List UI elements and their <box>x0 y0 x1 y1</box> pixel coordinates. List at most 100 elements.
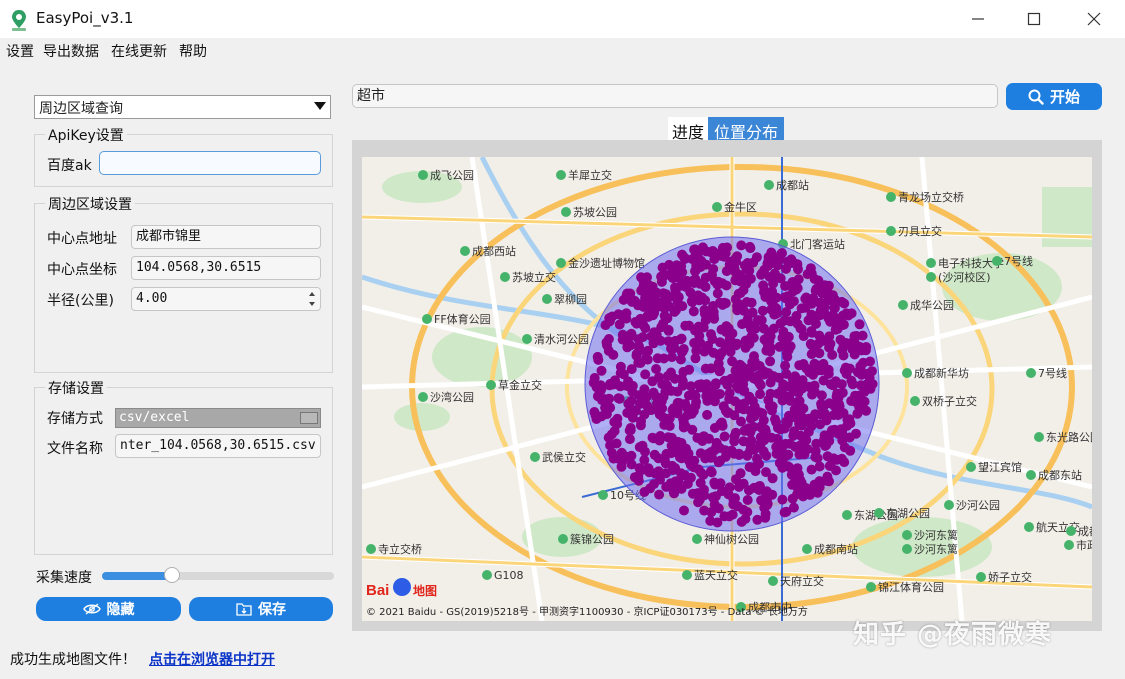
map-view[interactable]: 羊犀立交 成飞公园 成都站 金牛区 青龙场立交桥 苏坡公园 刃具立交 成都西站 金沙遗址博物馆 北… <box>362 157 1092 621</box>
poi-marker <box>844 432 855 443</box>
map-place-marker-icon <box>530 452 540 462</box>
poi-marker <box>807 327 817 338</box>
poi-marker <box>730 267 741 278</box>
poi-marker <box>815 419 826 430</box>
radius-spinbox[interactable]: 4.00 <box>131 287 321 311</box>
title-bar: EasyPoi_v3.1 <box>0 0 1125 38</box>
poi-marker <box>859 386 870 397</box>
spin-up-icon[interactable] <box>305 289 319 299</box>
poi-marker <box>806 340 817 350</box>
poi-marker <box>706 467 717 478</box>
poi-marker <box>592 351 603 362</box>
mode-select[interactable]: 周边区域查询 <box>34 95 331 119</box>
map-place-marker-icon <box>966 462 976 472</box>
map-place-marker-icon <box>926 258 936 268</box>
poi-marker <box>690 325 701 336</box>
poi-marker <box>787 373 798 384</box>
speed-slider-handle[interactable] <box>163 567 180 583</box>
poi-marker <box>648 387 659 398</box>
poi-marker <box>851 331 862 341</box>
poi-marker <box>834 401 845 412</box>
poi-marker <box>627 386 638 397</box>
poi-marker <box>738 478 749 489</box>
menu-settings[interactable]: 设置 <box>6 41 34 61</box>
menu-export[interactable]: 导出数据 <box>43 41 99 61</box>
storage-group: 存储设置 存储方式 csv/excel 文件名称 nter_104.0568,3… <box>34 378 333 555</box>
filename-input[interactable]: nter_104.0568,30.6515.csv <box>115 434 321 458</box>
open-in-browser-link[interactable]: 点击在浏览器中打开 <box>149 649 275 669</box>
map-place-label: 簇锦公园 <box>570 532 614 546</box>
poi-marker <box>812 453 823 464</box>
poi-marker <box>614 319 625 330</box>
area-group-title: 周边区域设置 <box>45 194 135 214</box>
map-place-label: 蓝天立交 <box>694 568 738 582</box>
poi-marker <box>802 269 813 280</box>
poi-marker <box>633 334 644 345</box>
close-button[interactable] <box>1066 0 1122 38</box>
poi-marker <box>631 349 642 359</box>
storage-mode-select[interactable]: csv/excel <box>115 408 321 428</box>
poi-marker <box>626 364 637 375</box>
hide-button[interactable]: 隐藏 <box>36 597 181 621</box>
speed-label: 采集速度 <box>36 570 92 586</box>
map-place-marker-icon <box>764 180 774 190</box>
poi-marker <box>687 297 698 308</box>
map-place-marker-icon <box>898 300 908 310</box>
minimize-button[interactable] <box>950 0 1006 38</box>
maximize-button[interactable] <box>1006 0 1062 38</box>
map-place-label: 市政府 <box>1076 538 1092 552</box>
poi-marker <box>756 495 767 506</box>
poi-marker <box>664 292 675 302</box>
poi-marker <box>742 314 753 325</box>
poi-marker <box>629 472 640 483</box>
poi-marker <box>621 451 632 462</box>
map-place-marker-icon <box>556 258 566 268</box>
save-button[interactable]: 保存 <box>189 597 333 621</box>
center-coord-input[interactable]: 104.0568,30.6515 <box>131 256 321 280</box>
poi-marker <box>707 452 717 463</box>
poi-marker <box>749 482 759 493</box>
poi-marker <box>699 505 710 516</box>
baidu-ak-label: 百度ak <box>47 158 92 174</box>
poi-marker <box>685 287 696 298</box>
map-place-label: 双桥子立交 <box>922 394 977 408</box>
poi-marker <box>841 368 852 379</box>
poi-marker <box>652 353 663 364</box>
keyword-input[interactable]: 超市 <box>352 84 998 108</box>
map-place-marker-icon <box>422 314 432 324</box>
map-place-marker-icon <box>768 576 778 586</box>
poi-marker <box>617 334 628 345</box>
apikey-group: ApiKey设置 百度ak <box>34 125 333 187</box>
menu-update[interactable]: 在线更新 <box>111 41 167 61</box>
poi-marker <box>668 465 678 475</box>
poi-marker <box>825 315 836 326</box>
baidu-logo-text-2: 地图 <box>413 583 437 598</box>
poi-marker <box>747 396 758 406</box>
center-addr-input[interactable]: 成都市锦里 <box>131 225 321 249</box>
poi-marker <box>819 434 829 445</box>
map-place-marker-icon <box>1026 368 1036 378</box>
poi-marker <box>732 501 743 512</box>
map-copyright: © 2021 Baidu - GS(2019)5218号 - 甲测资字11009… <box>366 605 808 618</box>
poi-marker <box>690 248 701 259</box>
menu-help[interactable]: 帮助 <box>179 41 207 61</box>
poi-marker <box>719 431 730 442</box>
map-place-marker-icon <box>418 392 428 402</box>
map-place-label: 金沙遗址博物馆 <box>568 256 645 270</box>
spin-down-icon[interactable] <box>305 299 319 309</box>
poi-marker <box>662 380 672 391</box>
baidu-ak-input[interactable] <box>99 151 321 175</box>
map-place-marker-icon <box>802 544 812 554</box>
poi-marker <box>635 398 646 409</box>
start-button[interactable]: 开始 <box>1006 83 1102 110</box>
poi-marker <box>795 440 806 451</box>
poi-marker <box>691 345 702 356</box>
poi-marker <box>685 381 696 392</box>
poi-marker <box>659 310 670 321</box>
speed-slider[interactable] <box>102 567 334 583</box>
map-place-label: 成都新华坊 <box>914 366 969 380</box>
poi-marker <box>669 488 680 499</box>
poi-marker <box>744 241 755 252</box>
map-place-marker-icon <box>522 334 532 344</box>
poi-marker <box>862 368 872 379</box>
